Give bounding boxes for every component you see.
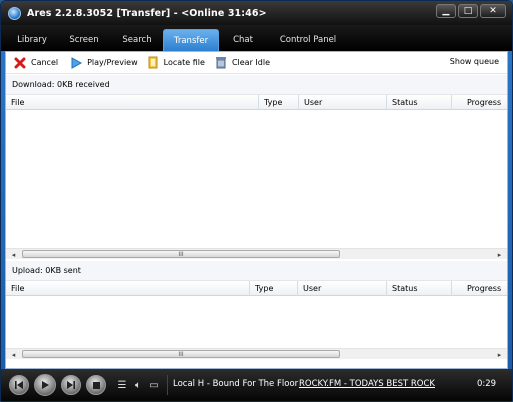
upload-horizontal-scrollbar[interactable]: ◂ III ▸ (6, 348, 507, 359)
stop-button[interactable] (86, 375, 106, 395)
media-player-bar: ☰ 🔈︎ ▭ Local H - Bound For The Floor ROC… (1, 369, 512, 401)
upload-list[interactable] (6, 296, 507, 348)
clear-idle-button[interactable]: Clear Idle (215, 55, 270, 71)
transfer-toolbar: Cancel Play/Preview Locate file Clear Id… (6, 52, 507, 74)
locate-file-label: Locate file (163, 58, 205, 67)
scroll-right-icon[interactable]: ▸ (494, 350, 505, 359)
tab-control-panel[interactable]: Control Panel (267, 29, 349, 51)
playlist-icon[interactable]: ☰ (116, 380, 128, 391)
scroll-thumb[interactable]: III (22, 350, 340, 358)
play-preview-label: Play/Preview (87, 58, 138, 67)
column-header-progress[interactable]: Progress (451, 281, 507, 296)
locate-file-button[interactable]: Locate file (148, 55, 205, 71)
column-header-progress[interactable]: Progress (451, 95, 507, 110)
main-tabs: Library Screen Search Transfer Chat Cont… (1, 25, 512, 51)
title-bar: Ares 2.2.8.3052 [Transfer] - <Online 31:… (1, 1, 512, 25)
column-header-status[interactable]: Status (386, 95, 451, 110)
play-arrow-icon (70, 56, 83, 69)
column-header-user[interactable]: User (298, 95, 386, 110)
next-track-button[interactable] (61, 375, 81, 395)
play-button[interactable] (34, 374, 56, 396)
cancel-button[interactable]: Cancel (14, 55, 58, 71)
column-header-type[interactable]: Type (258, 95, 298, 110)
ares-logo-icon (8, 6, 21, 20)
maximize-button[interactable]: □ (458, 4, 478, 18)
now-playing-title: Local H - Bound For The Floor (173, 379, 299, 389)
download-horizontal-scrollbar[interactable]: ◂ III ▸ (6, 248, 507, 259)
close-button[interactable]: ✕ (480, 4, 506, 18)
scroll-left-icon[interactable]: ◂ (8, 350, 19, 359)
download-status: Download: 0KB received (6, 75, 507, 95)
column-header-user[interactable]: User (297, 281, 386, 296)
cancel-label: Cancel (31, 58, 59, 67)
column-header-file[interactable]: File (6, 95, 259, 110)
folder-icon (148, 56, 159, 69)
previous-icon (15, 381, 23, 389)
volume-icon[interactable]: 🔈︎ (132, 380, 144, 391)
elapsed-time: 0:29 (477, 379, 497, 389)
window-controls: ▁ □ ✕ (436, 4, 506, 18)
clear-idle-label: Clear Idle (231, 58, 270, 67)
mini-player-icon[interactable]: ▭ (148, 380, 160, 391)
player-divider (167, 375, 168, 395)
scroll-left-icon[interactable]: ◂ (8, 250, 19, 259)
previous-track-button[interactable] (9, 375, 29, 395)
upload-grid-header: File Type User Status Progress (6, 281, 507, 296)
play-preview-button[interactable]: Play/Preview (70, 55, 138, 71)
scroll-thumb[interactable]: III (22, 250, 340, 258)
download-grid-header: File Type User Status Progress (6, 95, 507, 110)
radio-station-link[interactable]: ROCKY.FM - TODAYS BEST ROCK (299, 379, 435, 389)
tab-search[interactable]: Search (111, 29, 163, 51)
tab-screen[interactable]: Screen (57, 29, 111, 51)
next-icon (67, 381, 75, 389)
play-icon (42, 381, 49, 389)
trash-icon (215, 56, 227, 69)
column-header-status[interactable]: Status (386, 281, 451, 296)
upload-status: Upload: 0KB sent (6, 261, 507, 281)
show-queue-button[interactable]: Show queue (450, 57, 499, 66)
stop-icon (92, 381, 100, 389)
red-x-icon (14, 57, 26, 69)
transfer-panel: Cancel Play/Preview Locate file Clear Id… (5, 51, 508, 369)
app-window: Ares 2.2.8.3052 [Transfer] - <Online 31:… (0, 0, 513, 402)
window-title: Ares 2.2.8.3052 [Transfer] - <Online 31:… (27, 7, 267, 19)
tab-chat[interactable]: Chat (219, 29, 267, 51)
minimize-button[interactable]: ▁ (436, 4, 456, 18)
download-list[interactable] (6, 110, 507, 248)
tab-library[interactable]: Library (7, 29, 57, 51)
column-header-file[interactable]: File (6, 281, 250, 296)
tab-transfer[interactable]: Transfer (163, 29, 219, 51)
column-header-type[interactable]: Type (249, 281, 297, 296)
scroll-right-icon[interactable]: ▸ (494, 250, 505, 259)
